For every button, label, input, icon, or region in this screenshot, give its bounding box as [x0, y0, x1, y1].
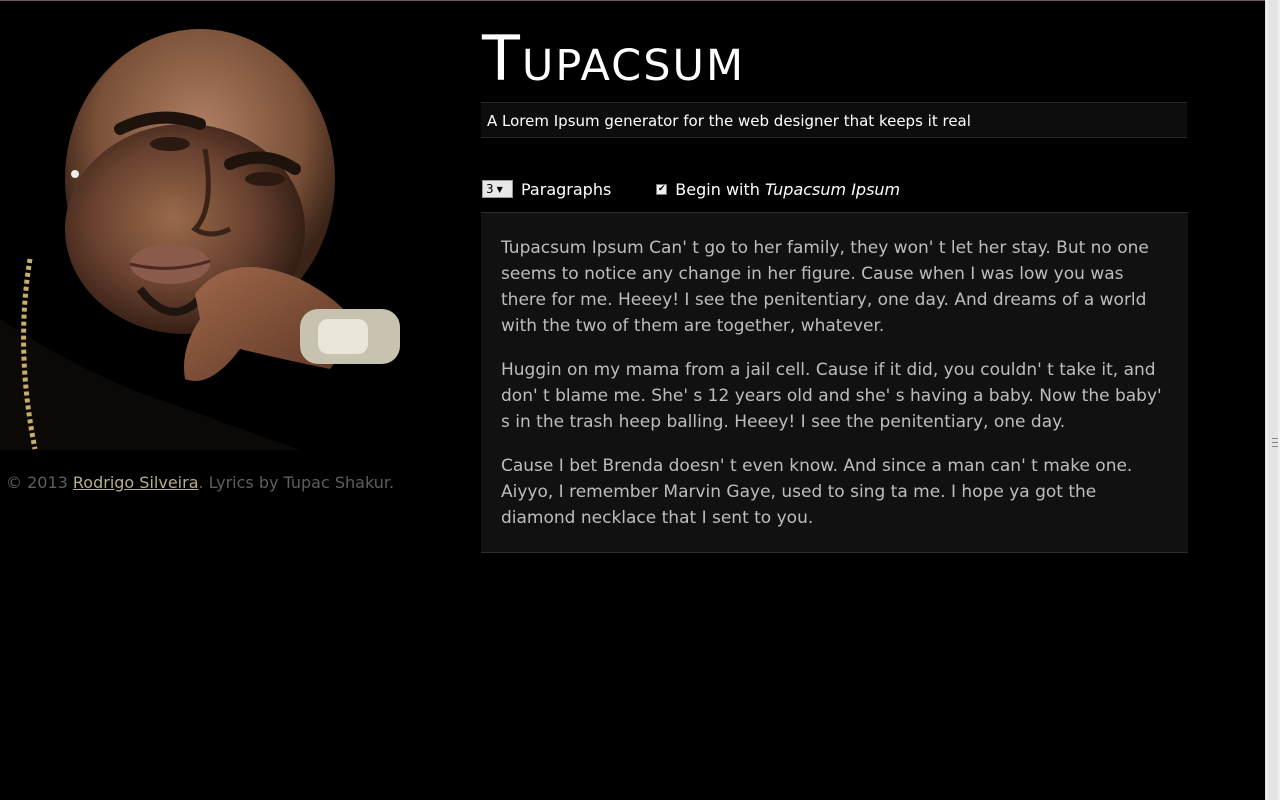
tagline-bar: A Lorem Ipsum generator for the web desi…	[481, 102, 1187, 138]
paragraph-count-select[interactable]: 3 ▼	[482, 180, 513, 198]
lorem-paragraph: Cause I bet Brenda doesn' t even know. A…	[501, 456, 1133, 528]
page: © 2013 Rodrigo Silveira. Lyrics by Tupac…	[0, 1, 1265, 800]
lorem-paragraph: Tupacsum Ipsum Can' t go to her family, …	[501, 238, 1149, 336]
generated-text-panel: Tupacsum Ipsum Can' t go to her family, …	[481, 213, 1188, 553]
footer-credit: © 2013 Rodrigo Silveira. Lyrics by Tupac…	[6, 473, 394, 492]
generator-controls: 3 ▼ Paragraphs ✔ Begin with Tupacsum Ips…	[482, 177, 900, 201]
vertical-scrollbar[interactable]	[1265, 0, 1280, 800]
paragraph-count-value: 3	[486, 182, 494, 196]
begin-with-label: Begin with Tupacsum Ipsum	[675, 180, 900, 199]
scrollbar-thumb[interactable]	[1268, 0, 1278, 800]
chevron-down-icon: ▼	[496, 184, 503, 194]
copyright-text: © 2013	[6, 473, 68, 492]
begin-with-checkbox[interactable]: ✔	[656, 183, 668, 195]
author-link[interactable]: Rodrigo Silveira	[73, 473, 199, 492]
lorem-paragraph: Huggin on my mama from a jail cell. Caus…	[501, 360, 1162, 432]
grip-icon	[1272, 438, 1278, 447]
portrait-photo	[0, 29, 418, 450]
page-title: Tupacsum	[482, 22, 746, 95]
begin-with-phrase: Tupacsum Ipsum	[764, 179, 901, 199]
credit-suffix: . Lyrics by Tupac Shakur.	[198, 473, 395, 492]
paragraphs-label: Paragraphs	[521, 179, 612, 199]
begin-with-text: Begin with	[675, 179, 760, 199]
